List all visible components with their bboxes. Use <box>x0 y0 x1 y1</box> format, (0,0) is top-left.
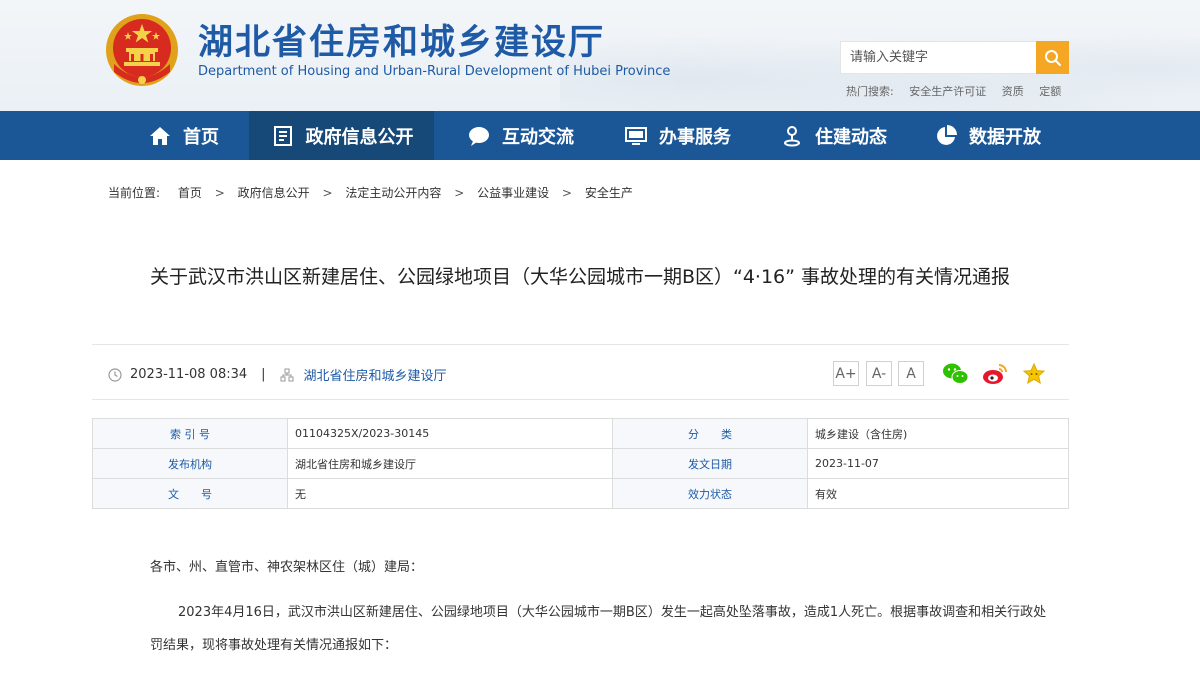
search-box <box>840 41 1036 74</box>
monitor-icon <box>623 123 649 149</box>
info-label: 发文日期 <box>612 448 808 479</box>
hot-search-label: 热门搜索: <box>846 85 894 98</box>
article-title: 关于武汉市洪山区新建居住、公园绿地项目（大华公园城市一期B区）“4·16” 事故… <box>149 266 1011 288</box>
hot-search-link[interactable]: 安全生产许可证 <box>909 85 986 98</box>
site-title: 湖北省住房和城乡建设厅 <box>198 23 606 63</box>
national-emblem-icon <box>106 14 178 86</box>
breadcrumb-link[interactable]: 首页 <box>178 186 202 200</box>
info-label: 索 引 号 <box>92 418 288 449</box>
search-input[interactable] <box>841 42 1036 73</box>
info-label: 文 号 <box>92 478 288 509</box>
body-salutation: 各市、州、直管市、神农架林区住（城）建局： <box>150 560 424 575</box>
clock-icon <box>108 367 122 382</box>
nav-item-news[interactable]: 住建动态 <box>768 111 898 160</box>
body-paragraph-line: 2023年4月16日，武汉市洪山区新建居住、公园绿地项目（大华公园城市一期B区）… <box>178 605 1047 620</box>
breadcrumb-link[interactable]: 安全生产 <box>585 186 633 200</box>
nav-item-label: 首页 <box>183 126 219 148</box>
table-row: 发布机构 湖北省住房和城乡建设厅 发文日期 2023-11-07 <box>92 448 1069 479</box>
organization-icon <box>280 368 294 381</box>
breadcrumb-separator: > <box>561 186 572 200</box>
nav-item-interaction[interactable]: 互动交流 <box>455 111 585 160</box>
article-meta-bar: 2023-11-08 08:34 | 湖北省住房和城乡建设厅 A+ A- A <box>92 344 1069 400</box>
publish-date: 2023-11-08 08:34 <box>130 367 248 382</box>
info-value: 城乡建设（含住房) <box>807 418 1069 449</box>
document-info-table: 索 引 号 01104325X/2023-30145 分 类 城乡建设（含住房)… <box>92 418 1069 509</box>
nav-item-label: 办事服务 <box>659 126 731 148</box>
font-increase-button[interactable]: A+ <box>833 361 859 386</box>
info-value: 有效 <box>807 478 1069 509</box>
nav-item-label: 数据开放 <box>969 126 1041 148</box>
nav-item-open-data[interactable]: 数据开放 <box>922 111 1052 160</box>
nav-item-home[interactable]: 首页 <box>118 111 248 160</box>
info-value: 湖北省住房和城乡建设厅 <box>287 448 613 479</box>
breadcrumb-separator: > <box>214 186 225 200</box>
table-row: 索 引 号 01104325X/2023-30145 分 类 城乡建设（含住房) <box>92 418 1069 449</box>
info-value: 2023-11-07 <box>807 448 1069 479</box>
body-paragraph-line: 罚结果，现将事故处理有关情况通报如下： <box>150 638 398 653</box>
favorite-star-icon[interactable] <box>1020 360 1048 388</box>
search-button[interactable] <box>1036 41 1069 74</box>
nav-item-label: 住建动态 <box>815 126 887 148</box>
breadcrumb-link[interactable]: 公益事业建设 <box>477 186 549 200</box>
table-row: 文 号 无 效力状态 有效 <box>92 478 1069 509</box>
info-value: 01104325X/2023-30145 <box>287 418 613 449</box>
font-decrease-button[interactable]: A- <box>866 361 892 386</box>
article-source-name: 湖北省住房和城乡建设厅 <box>303 369 447 384</box>
hot-search-link[interactable]: 资质 <box>1002 85 1024 98</box>
breadcrumb-link[interactable]: 法定主动公开内容 <box>345 186 441 200</box>
breadcrumb-label: 当前位置: <box>108 186 161 200</box>
home-icon <box>147 123 173 149</box>
weibo-icon[interactable] <box>981 360 1009 388</box>
breadcrumb-link[interactable]: 政府信息公开 <box>238 186 310 200</box>
article-meta: 2023-11-08 08:34 | 湖北省住房和城乡建设厅 <box>108 365 447 384</box>
nav-item-label: 政府信息公开 <box>305 126 414 148</box>
info-value: 无 <box>287 478 613 509</box>
pie-chart-icon <box>933 123 959 149</box>
location-person-icon <box>779 123 805 149</box>
site-header: 湖北省住房和城乡建设厅 Department of Housing and Ur… <box>0 0 1200 111</box>
breadcrumb: 当前位置: 首页 > 政府信息公开 > 法定主动公开内容 > 公益事业建设 > … <box>108 184 633 201</box>
nav-item-gov-info[interactable]: 政府信息公开 <box>249 111 434 160</box>
meta-separator: | <box>261 367 266 382</box>
wechat-icon[interactable] <box>942 360 970 388</box>
info-label: 效力状态 <box>612 478 808 509</box>
nav-item-label: 互动交流 <box>502 126 574 148</box>
article-source: 湖北省住房和城乡建设厅 <box>280 365 447 384</box>
site-subtitle: Department of Housing and Urban-Rural De… <box>198 64 671 79</box>
chat-bubble-icon <box>466 123 492 149</box>
main-nav: 首页 政府信息公开 互动交流 办事服务 住建动态 数据开放 <box>0 111 1200 160</box>
info-label: 发布机构 <box>92 448 288 479</box>
breadcrumb-separator: > <box>322 186 333 200</box>
info-label: 分 类 <box>612 418 808 449</box>
font-reset-button[interactable]: A <box>898 361 924 386</box>
nav-item-services[interactable]: 办事服务 <box>612 111 742 160</box>
hot-search-link[interactable]: 定额 <box>1039 85 1061 98</box>
breadcrumb-separator: > <box>454 186 465 200</box>
search-icon <box>1044 49 1061 66</box>
document-list-icon <box>270 123 296 149</box>
hot-search: 热门搜索: 安全生产许可证 资质 定额 <box>846 83 1073 99</box>
